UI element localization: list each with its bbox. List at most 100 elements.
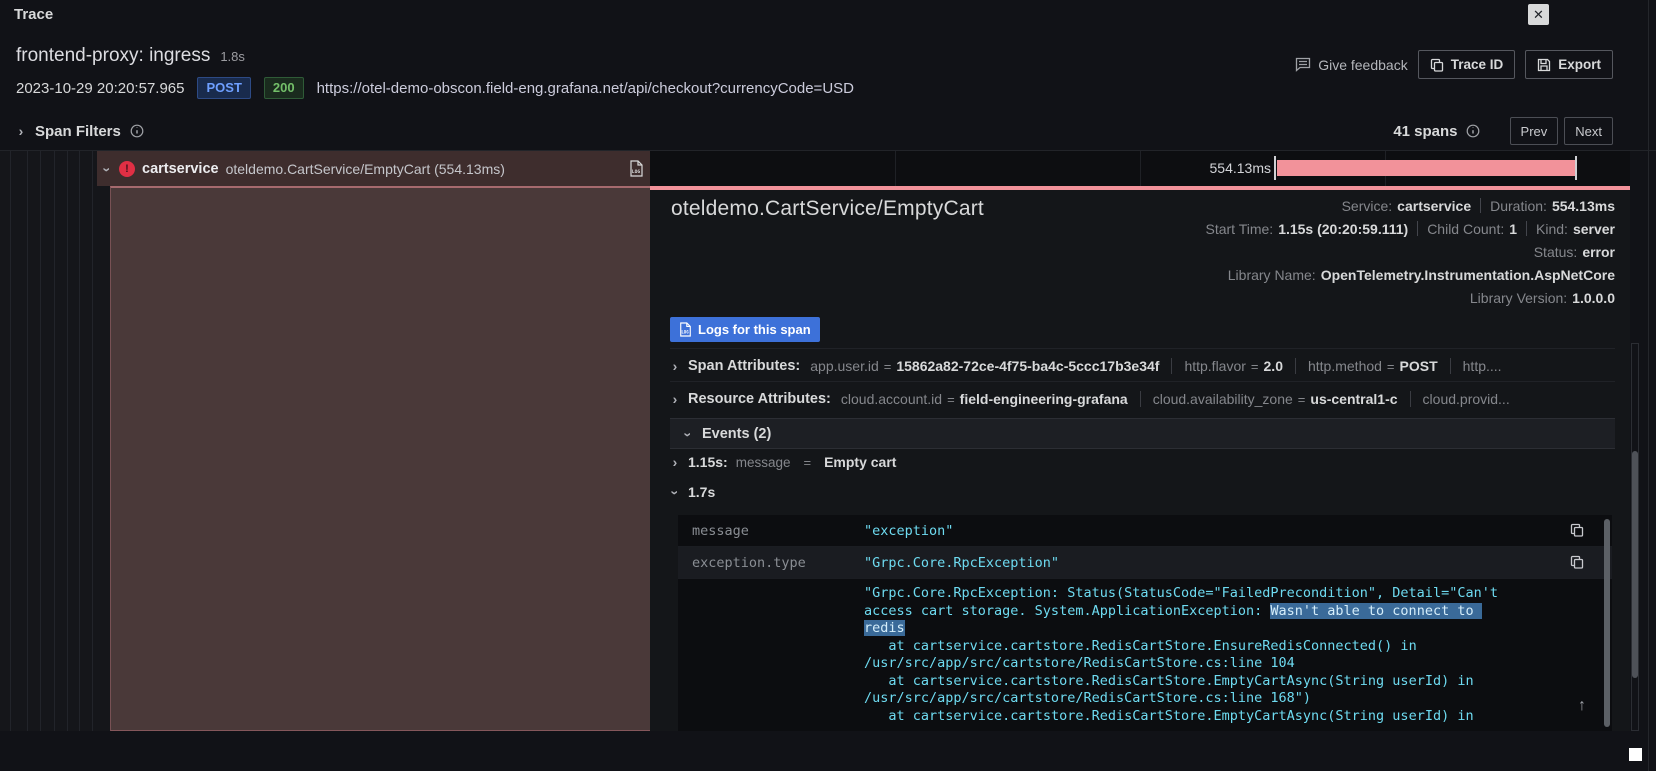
chevron-right-icon: › <box>672 391 678 407</box>
timeline-tick <box>1274 156 1276 180</box>
close-button[interactable]: ✕ <box>1528 4 1549 25</box>
start-time-label: Start Time: <box>1205 220 1274 237</box>
svg-text:LOG: LOG <box>681 329 689 334</box>
span-attributes-row[interactable]: › Span Attributes: app.user.id = 15862a8… <box>670 348 1615 374</box>
export-button[interactable]: Export <box>1525 50 1613 79</box>
trace-title-row: frontend-proxy: ingress 1.8s <box>16 45 245 67</box>
event-row-2[interactable]: › 1.7s <box>667 484 716 500</box>
table-row-stacktrace: "Grpc.Core.RpcException: Status(StatusCo… <box>678 579 1612 731</box>
logs-for-span-button[interactable]: LOG Logs for this span <box>670 317 820 342</box>
events-header-label: Events (2) <box>702 425 772 442</box>
event-value: Empty cart <box>824 454 897 470</box>
detail-scrollbar-thumb[interactable] <box>1632 451 1638 678</box>
close-icon: ✕ <box>1533 6 1544 22</box>
duration-value: 554.13ms <box>1551 197 1615 214</box>
attr-value: 15862a82-72ce-4f75-ba4c-5ccc17b3e34f <box>896 358 1160 374</box>
chevron-down-icon[interactable]: › <box>100 164 116 174</box>
exception-stacktrace: "Grpc.Core.RpcException: Status(StatusCo… <box>864 579 1514 731</box>
page-title: Trace <box>14 6 54 23</box>
status-label: Status: <box>1533 243 1578 260</box>
divider <box>1480 198 1482 213</box>
attr-value: 2.0 <box>1263 358 1283 374</box>
divider <box>1409 391 1411 407</box>
event-row-1[interactable]: › 1.15s: message = Empty cart <box>670 454 897 470</box>
divider <box>1171 358 1173 374</box>
copy-icon[interactable] <box>1570 523 1584 537</box>
events-section-header[interactable]: › Events (2) <box>670 418 1615 449</box>
duration-label: Duration: <box>1490 197 1547 214</box>
kv-key: message <box>692 522 749 539</box>
event-time: 1.7s <box>688 484 716 500</box>
attr-value: POST <box>1399 358 1438 374</box>
equals: = <box>1297 391 1306 407</box>
span-row-cartservice[interactable]: › ! cartservice oteldemo.CartService/Emp… <box>97 151 650 186</box>
span-meta: Service: cartservice Duration: 554.13ms … <box>1206 194 1616 309</box>
right-edge-divider <box>1648 0 1649 771</box>
indent-guide <box>92 151 93 731</box>
chevron-down-icon: › <box>667 490 684 496</box>
table-scrollbar-thumb[interactable] <box>1604 519 1610 727</box>
next-span-button[interactable]: Next <box>1564 117 1613 145</box>
log-document-icon: LOG <box>679 322 692 337</box>
attr-value: us-central1-c <box>1310 391 1398 407</box>
error-icon: ! <box>119 160 135 177</box>
event-key: message <box>735 454 791 470</box>
trace-duration: 1.8s <box>220 49 245 64</box>
indent-guide <box>27 151 28 731</box>
span-duration-bar[interactable] <box>1277 160 1575 176</box>
span-tree-panel: › ! cartservice oteldemo.CartService/Emp… <box>0 151 650 731</box>
kv-key: exception.type <box>692 554 806 571</box>
trace-timeline-area: › ! cartservice oteldemo.CartService/Emp… <box>0 151 1656 731</box>
attr-key: cloud.availability_zone <box>1152 391 1293 407</box>
span-filters-bar: › Span Filters 41 spans Prev Next <box>0 112 1656 151</box>
timeline-gridline <box>1140 151 1141 186</box>
timeline-header: 554.13ms <box>650 151 1630 190</box>
equals: = <box>1386 358 1395 374</box>
kind-value: server <box>1572 220 1615 237</box>
trace-id-button[interactable]: Trace ID <box>1417 50 1516 79</box>
kv-key <box>678 579 864 731</box>
span-operation-name: oteldemo.CartService/EmptyCart (554.13ms… <box>225 160 505 177</box>
svg-text:LOG: LOG <box>632 169 641 175</box>
trace-id-label: Trace ID <box>1450 57 1504 72</box>
chevron-right-icon: › <box>672 358 678 374</box>
attr-value: field-engineering-grafana <box>959 391 1128 407</box>
library-name-value: OpenTelemetry.Instrumentation.AspNetCore <box>1320 266 1615 283</box>
copy-icon[interactable] <box>1570 555 1584 569</box>
scrollbar-corner <box>1629 748 1642 761</box>
span-detail-title: oteldemo.CartService/EmptyCart <box>671 197 984 220</box>
give-feedback-link[interactable]: Give feedback <box>1295 57 1408 73</box>
child-count-value: 1 <box>1509 220 1518 237</box>
resource-attributes-row[interactable]: › Resource Attributes: cloud.account.id … <box>670 381 1615 407</box>
stacktrace-text: at cartservice.cartstore.RedisCartStore.… <box>864 637 1474 724</box>
attr-key: app.user.id <box>810 358 879 374</box>
chevron-right-icon: › <box>18 123 24 139</box>
span-detail-panel: oteldemo.CartService/EmptyCart Service: … <box>650 190 1630 731</box>
request-summary-row: 2023-10-29 20:20:57.965 POST 200 https:/… <box>16 77 854 99</box>
event-attributes-table: message "exception" exception.type "Grpc… <box>678 515 1612 731</box>
table-row: message "exception" <box>678 515 1612 547</box>
indent-guide <box>79 151 80 731</box>
indent-guide <box>67 151 68 731</box>
copy-icon <box>1430 58 1444 72</box>
attr-key: cloud.account.id <box>840 391 943 407</box>
selected-span-highlight <box>110 186 650 731</box>
prev-span-button[interactable]: Prev <box>1509 117 1559 145</box>
status-value: error <box>1582 243 1615 260</box>
span-filters-toggle[interactable]: › Span Filters <box>16 123 144 140</box>
child-count-label: Child Count: <box>1427 220 1505 237</box>
header-actions: Give feedback Trace ID Export <box>1295 50 1613 79</box>
attr-key: http.flavor <box>1184 358 1246 374</box>
attr-key: http.method <box>1307 358 1382 374</box>
span-logs-icon[interactable]: LOG <box>629 160 644 177</box>
span-count: 41 spans <box>1393 122 1458 140</box>
span-service-name: cartservice <box>142 160 219 177</box>
resource-attributes-label: Resource Attributes: <box>688 391 831 407</box>
http-status-badge: 200 <box>263 77 304 99</box>
save-icon <box>1537 58 1551 72</box>
info-icon[interactable] <box>130 124 144 138</box>
chevron-down-icon: › <box>680 431 697 437</box>
info-icon[interactable] <box>1466 124 1480 138</box>
divider <box>1449 358 1451 374</box>
scroll-to-top-icon[interactable]: ↑ <box>1578 697 1586 715</box>
